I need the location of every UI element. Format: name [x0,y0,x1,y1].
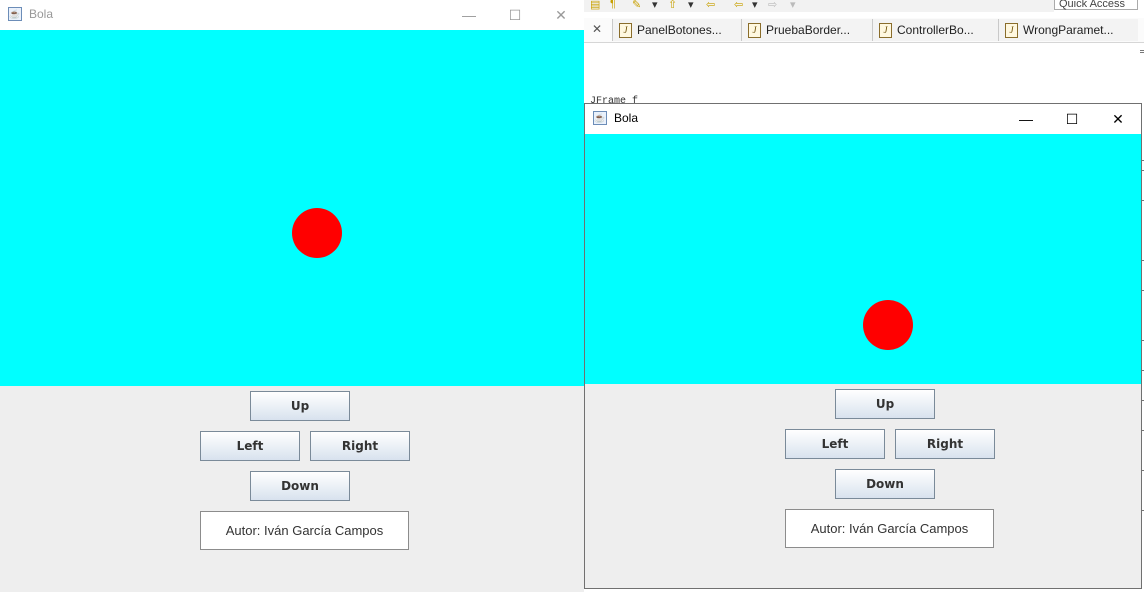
up-button[interactable]: Up [250,391,350,421]
forward-arrow-icon[interactable]: ⇨ [768,0,777,11]
red-ball [863,300,913,350]
close-button[interactable]: ✕ [1095,104,1141,134]
title-bar[interactable]: ☕ Bola — ☐ ✕ [585,104,1141,134]
toolbar-icon[interactable]: ▤ [590,0,600,11]
up-button[interactable]: Up [835,389,935,419]
java-cup-icon: ☕ [593,111,607,125]
bola-window-inactive: ☕ Bola — ☐ ✕ Up Left Right Down Autor: I… [0,0,584,592]
dropdown-arrow-icon[interactable]: ▾ [652,0,658,11]
java-file-icon: J [748,23,761,39]
down-button[interactable]: Down [250,471,350,501]
right-button[interactable]: Right [895,429,995,459]
window-title: Bola [614,111,639,125]
back-arrow-icon[interactable]: ⇦ [706,0,715,11]
ide-toolbar: ▤ ¶ ✎ ▾ ⇧ ▾ ⇦ ⇦ ▾ ⇨ ▾ [584,0,1054,12]
minimize-button[interactable]: — [446,0,492,30]
dropdown-arrow-icon[interactable]: ▾ [688,0,694,11]
author-label: Autor: Iván García Campos [200,511,409,550]
editor-tab[interactable]: J ControllerBo... [872,19,999,41]
back-arrow-icon[interactable]: ⇦ [734,0,743,11]
right-button[interactable]: Right [310,431,410,461]
java-cup-icon: ☕ [8,7,22,21]
editor-tab[interactable]: J PanelBotones... [612,19,742,41]
java-file-icon: J [1005,23,1018,39]
dropdown-arrow-icon[interactable]: ▾ [790,0,796,11]
maximize-button[interactable]: ☐ [492,0,538,30]
red-ball [292,208,342,258]
left-button[interactable]: Left [200,431,300,461]
bola-window-active: ☕ Bola — ☐ ✕ Up Left Right Down Autor: I… [584,103,1142,589]
left-button[interactable]: Left [785,429,885,459]
dropdown-arrow-icon[interactable]: ▾ [752,0,758,11]
java-file-icon: J [879,23,892,39]
toolbar-icon[interactable]: ✎ [632,0,641,11]
ball-canvas [585,134,1141,384]
quick-access-input[interactable]: Quick Access [1054,0,1138,10]
maximize-button[interactable]: ☐ [1049,104,1095,134]
toolbar-icon[interactable]: ¶ [610,0,616,10]
window-title: Bola [29,7,54,21]
author-label: Autor: Iván García Campos [785,509,994,548]
editor-tab[interactable]: J PruebaBorder... [741,19,873,41]
minimize-button[interactable]: — [1003,104,1049,134]
java-file-icon: J [619,23,632,39]
editor-tabs: ✕ J PanelBotones... J PruebaBorder... J Con… [584,18,1144,43]
down-button[interactable]: Down [835,469,935,499]
editor-tab[interactable]: J WrongParamet... [998,19,1138,41]
close-icon[interactable]: ✕ [592,22,602,36]
toolbar-icon[interactable]: ⇧ [668,0,677,11]
title-bar[interactable]: ☕ Bola — ☐ ✕ [0,0,584,30]
ball-canvas [0,30,584,386]
close-button[interactable]: ✕ [538,0,584,30]
